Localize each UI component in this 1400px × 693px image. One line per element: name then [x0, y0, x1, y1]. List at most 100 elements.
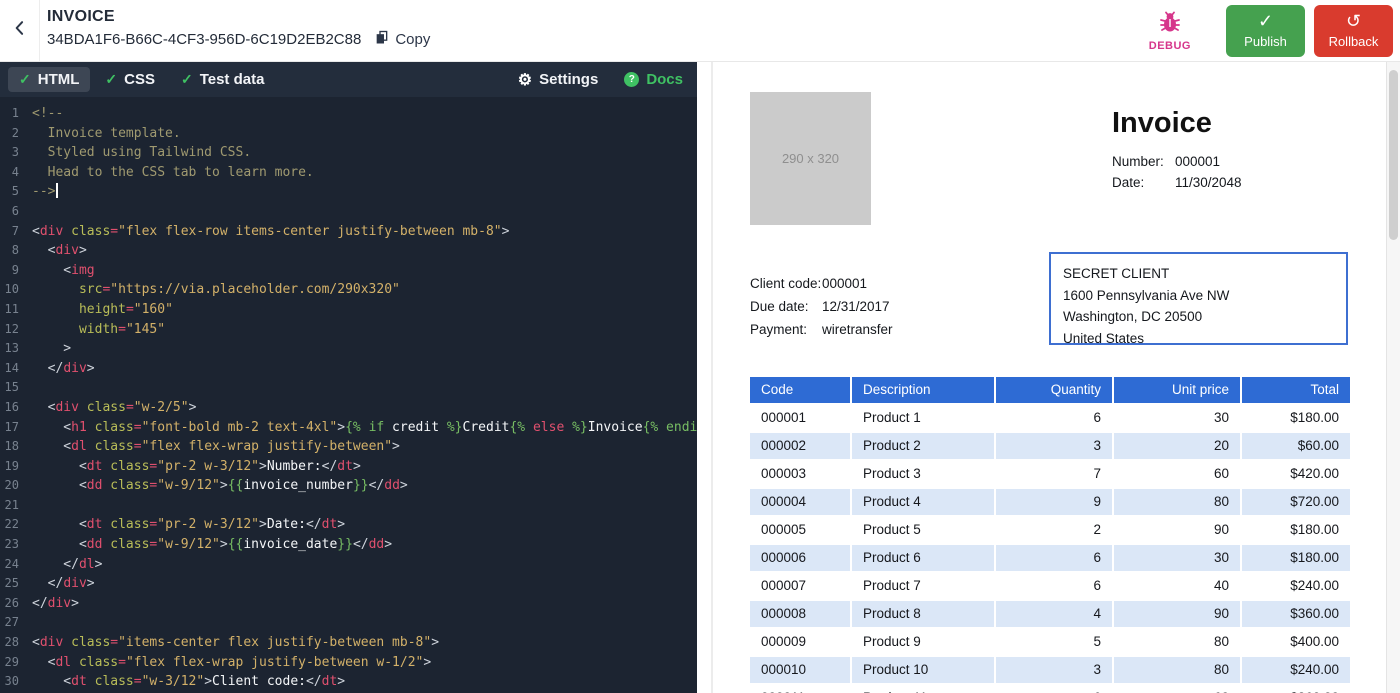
- code-line[interactable]: 21: [0, 496, 697, 516]
- tab-html[interactable]: ✓ HTML: [8, 67, 91, 92]
- client-label: Payment:: [750, 322, 808, 337]
- title-block: INVOICE 34BDA1F6-B66C-4CF3-956D-6C19D2EB…: [40, 0, 430, 61]
- table-cell: Product 7: [852, 573, 994, 599]
- code-line[interactable]: 7 <div class="flex flex-row items-center …: [0, 222, 697, 242]
- tab-test-data-label: Test data: [199, 71, 265, 88]
- table-cell: $60.00: [1242, 433, 1350, 459]
- due-date: 12/31/2017: [822, 299, 890, 314]
- invoice-number: 000001: [1175, 153, 1221, 169]
- code-line[interactable]: 28 <div class="items-center flex justify-…: [0, 633, 697, 653]
- table-cell: 2: [996, 517, 1112, 543]
- address-line: SECRET CLIENT: [1063, 266, 1170, 281]
- editor-tab-bar: ✓ HTML ✓ CSS ✓ Test data ⚙ Settings ? Do…: [0, 62, 697, 97]
- rollback-icon: ↺: [1345, 11, 1362, 31]
- client-address-box: SECRET CLIENT 1600 Pennsylvania Ave NW W…: [1049, 252, 1348, 346]
- code-line[interactable]: 23 <dd class="w-9/12">{{invoice_date}}</…: [0, 535, 697, 555]
- line-number: 6: [11, 203, 19, 218]
- back-button[interactable]: [0, 0, 40, 61]
- tab-css[interactable]: ✓ CSS: [94, 67, 166, 92]
- code-line[interactable]: 4 Head to the CSS tab to learn more.: [0, 163, 697, 183]
- code-line[interactable]: 17 <h1 class="font-bold mb-2 text-4xl">{…: [0, 418, 697, 438]
- meta-label: Date:: [1112, 175, 1145, 191]
- invoice-title: Invoice: [1112, 107, 1212, 139]
- code-line[interactable]: 10 src="https://via.placeholder.com/290x…: [0, 280, 697, 300]
- invoice-meta: Number: 000001 Date: 11/30/2048: [1112, 151, 1352, 194]
- line-number: 9: [11, 262, 19, 277]
- code-line[interactable]: 26 </div>: [0, 594, 697, 614]
- scrollbar-thumb[interactable]: [1389, 70, 1398, 240]
- check-icon: ✓: [19, 71, 31, 87]
- client-label: Due date:: [750, 299, 809, 314]
- check-icon: ✓: [105, 71, 118, 87]
- code-line[interactable]: 8 <div>: [0, 241, 697, 261]
- column-header: Code: [750, 377, 850, 403]
- table-cell: $360.00: [1242, 685, 1350, 693]
- code-line[interactable]: 6: [0, 202, 697, 222]
- publish-button[interactable]: ✓ Publish: [1226, 4, 1305, 57]
- header-controls: DEBUG ✓ Publish ↺ Rollback: [1149, 0, 1400, 61]
- copy-button[interactable]: Copy: [374, 29, 430, 50]
- check-icon: ✓: [180, 71, 193, 87]
- code-line[interactable]: 2 Invoice template.: [0, 124, 697, 144]
- code-line[interactable]: 27: [0, 613, 697, 633]
- table-cell: 6: [996, 573, 1112, 599]
- code-line[interactable]: 14 </div>: [0, 359, 697, 379]
- rollback-button[interactable]: ↺ Rollback: [1314, 4, 1393, 57]
- table-cell: 000011: [750, 685, 850, 693]
- settings-button[interactable]: ⚙ Settings: [518, 70, 599, 90]
- line-number: 30: [4, 674, 19, 689]
- code-line[interactable]: 15: [0, 378, 697, 398]
- code-line[interactable]: 3 Styled using Tailwind CSS.: [0, 143, 697, 163]
- column-header: Description: [852, 377, 994, 403]
- code-line[interactable]: 22 <dt class="pr-2 w-3/12">Date:</dt>: [0, 515, 697, 535]
- code-line[interactable]: 13 >: [0, 339, 697, 359]
- code-line[interactable]: 30 <dt class="w-3/12">Client code:</dt>: [0, 672, 697, 692]
- debug-button[interactable]: DEBUG: [1149, 10, 1191, 52]
- table-cell: $240.00: [1242, 573, 1350, 599]
- table-cell: $720.00: [1242, 489, 1350, 515]
- table-cell: 000006: [750, 545, 850, 571]
- tab-css-label: CSS: [124, 71, 155, 88]
- table-cell: 30: [1114, 545, 1240, 571]
- code-line[interactable]: 20 <dd class="w-9/12">{{invoice_number}}…: [0, 476, 697, 496]
- code-line[interactable]: 11 height="160": [0, 300, 697, 320]
- table-cell: Product 4: [852, 489, 994, 515]
- line-number: 2: [11, 125, 19, 140]
- gear-icon: ⚙: [517, 71, 533, 89]
- line-number: 26: [4, 595, 19, 610]
- code-line[interactable]: 19 <dt class="pr-2 w-3/12">Number:</dt>: [0, 457, 697, 477]
- address-line: 1600 Pennsylvania Ave NW: [1063, 287, 1230, 303]
- line-number: 1: [11, 106, 19, 120]
- table-cell: 000004: [750, 489, 850, 515]
- client-label: Client code:: [750, 276, 822, 291]
- bug-icon: [1157, 10, 1183, 39]
- column-header: Unit price: [1114, 377, 1240, 403]
- table-cell: 3: [996, 433, 1112, 459]
- code-line[interactable]: 29 <dl class="flex flex-wrap justify-bet…: [0, 653, 697, 673]
- placeholder-image: 290 x 320: [750, 92, 871, 225]
- code-line[interactable]: 24 </dl>: [0, 555, 697, 575]
- code-line[interactable]: 16 <div class="w-2/5">: [0, 398, 697, 418]
- template-editor-app: INVOICE 34BDA1F6-B66C-4CF3-956D-6C19D2EB…: [0, 0, 1400, 693]
- line-number: 23: [4, 537, 19, 552]
- line-number: 20: [4, 478, 19, 493]
- settings-label: Settings: [539, 71, 599, 88]
- table-cell: 5: [996, 629, 1112, 655]
- code-line[interactable]: 25 </div>: [0, 574, 697, 594]
- docs-button[interactable]: ? Docs: [624, 71, 683, 88]
- tab-test-data[interactable]: ✓ Test data: [170, 67, 275, 92]
- preview-scrollbar[interactable]: [1386, 62, 1400, 693]
- code-line[interactable]: 1 <!--: [0, 104, 697, 124]
- code-line[interactable]: 9 <img: [0, 261, 697, 281]
- code-line[interactable]: 18 <dl class="flex flex-wrap justify-bet…: [0, 437, 697, 457]
- line-number: 11: [4, 301, 19, 316]
- table-cell: Product 8: [852, 601, 994, 627]
- placeholder-label: 290 x 320: [781, 151, 840, 166]
- code-line[interactable]: 5 -->: [0, 182, 697, 202]
- copy-label: Copy: [395, 31, 431, 48]
- template-id: 34BDA1F6-B66C-4CF3-956D-6C19D2EB2C88: [47, 31, 362, 48]
- docs-label: Docs: [646, 71, 683, 88]
- line-number: 7: [11, 223, 19, 238]
- code-line[interactable]: 12 width="145": [0, 320, 697, 340]
- code-editor[interactable]: 1 <!-- 2 Invoice template. 3 Styled using T…: [0, 97, 697, 692]
